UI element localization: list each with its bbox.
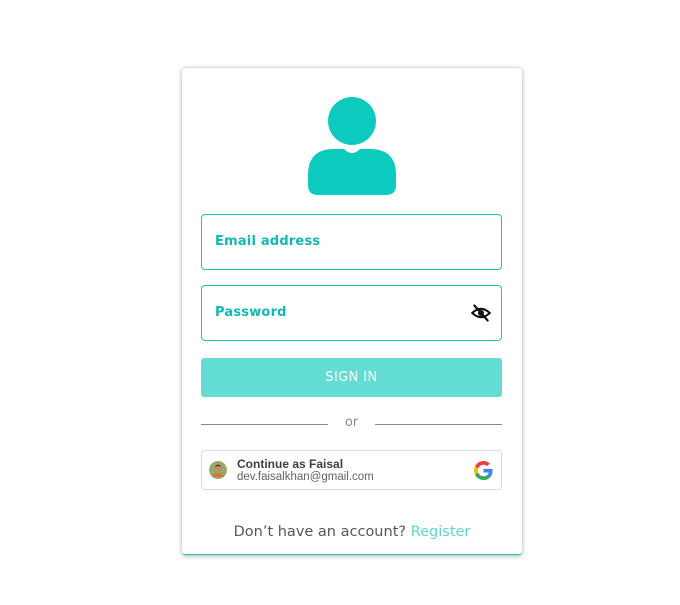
register-prompt-text: Don’t have an account? xyxy=(233,524,407,540)
divider-or-text: or xyxy=(344,415,359,430)
eye-off-icon[interactable] xyxy=(470,303,492,323)
user-avatar-icon xyxy=(308,97,396,195)
divider-line-right xyxy=(375,424,502,425)
password-label: Password xyxy=(215,305,287,320)
password-field[interactable]: Password xyxy=(201,285,502,341)
sign-in-button[interactable]: SIGN IN xyxy=(201,358,502,397)
google-continue-button[interactable]: Continue as Faisal dev.faisalkhan@gmail.… xyxy=(201,450,502,490)
account-avatar xyxy=(209,461,227,479)
google-account-email: dev.faisalkhan@gmail.com xyxy=(237,471,374,483)
email-label: Email address xyxy=(215,234,321,249)
email-field[interactable]: Email address xyxy=(201,214,502,270)
register-link[interactable]: Register xyxy=(411,524,471,540)
register-prompt: Don’t have an account? Register xyxy=(182,524,522,540)
google-g-icon xyxy=(474,461,493,480)
google-account-name: Continue as Faisal xyxy=(237,457,344,471)
login-card: Email address Password SIGN IN or Contin… xyxy=(182,68,522,555)
divider-line-left xyxy=(201,424,328,425)
